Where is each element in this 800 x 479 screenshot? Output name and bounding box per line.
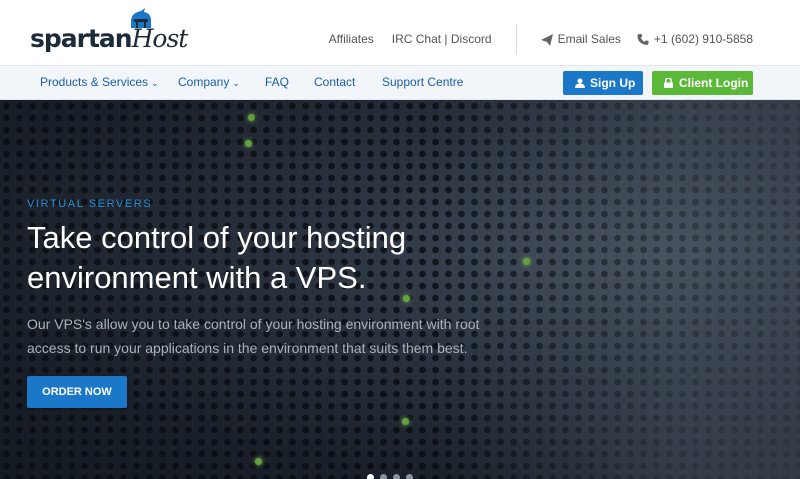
hero-headline-line-1: Take control of your hosting bbox=[27, 220, 407, 255]
carousel-dot[interactable] bbox=[367, 474, 374, 479]
carousel-pager bbox=[367, 474, 413, 479]
nav-support-centre[interactable]: Support Centre bbox=[382, 66, 463, 99]
logo-accent-text: Host bbox=[131, 24, 189, 53]
chevron-down-icon: ⌄ bbox=[232, 78, 240, 88]
hero-subtext: Our VPS's allow you to take control of y… bbox=[27, 316, 480, 356]
user-icon bbox=[575, 78, 585, 88]
phone-link[interactable]: +1 (602) 910-5858 bbox=[637, 32, 753, 46]
nav-company[interactable]: Company ⌄ bbox=[178, 66, 240, 99]
irc-discord-link[interactable]: IRC Chat | Discord bbox=[392, 32, 492, 46]
carousel-dot[interactable] bbox=[393, 474, 400, 479]
paper-plane-icon bbox=[540, 33, 553, 46]
top-links: Affiliates IRC Chat | Discord Email Sale… bbox=[329, 24, 753, 54]
client-login-button[interactable]: Client Login bbox=[652, 71, 753, 95]
server-led bbox=[248, 114, 255, 121]
nav-faq[interactable]: FAQ bbox=[265, 66, 289, 99]
affiliates-link[interactable]: Affiliates bbox=[329, 32, 374, 46]
carousel-dot[interactable] bbox=[406, 474, 413, 479]
server-led bbox=[245, 140, 252, 147]
hero-headline: Take control of your hosting environment… bbox=[27, 218, 497, 298]
sign-up-button[interactable]: Sign Up bbox=[563, 71, 643, 95]
email-sales-label: Email Sales bbox=[557, 32, 621, 46]
server-led bbox=[523, 258, 530, 265]
phone-number: +1 (602) 910-5858 bbox=[653, 32, 753, 46]
server-led bbox=[255, 458, 262, 465]
top-header: spartanHost Affiliates IRC Chat | Discor… bbox=[0, 0, 800, 65]
hero-banner: VIRTUAL SERVERS Take control of your hos… bbox=[0, 100, 800, 479]
phone-icon bbox=[637, 34, 649, 46]
client-login-label: Client Login bbox=[679, 76, 749, 90]
logo-main-text: spartan bbox=[30, 24, 133, 53]
nav-products-services[interactable]: Products & Services ⌄ bbox=[40, 66, 159, 99]
nav-contact[interactable]: Contact bbox=[314, 66, 355, 99]
hero-eyebrow: VIRTUAL SERVERS bbox=[27, 198, 153, 210]
order-now-button[interactable]: ORDER NOW bbox=[27, 376, 127, 408]
lock-icon bbox=[664, 77, 673, 88]
carousel-dot[interactable] bbox=[380, 474, 387, 479]
email-sales-link[interactable]: Email Sales bbox=[540, 32, 621, 46]
main-navbar: Products & Services ⌄ Company ⌄ FAQ Contac… bbox=[0, 65, 800, 100]
nav-products-label: Products & Services bbox=[40, 75, 149, 89]
sign-up-label: Sign Up bbox=[590, 76, 636, 90]
server-led bbox=[402, 418, 409, 425]
hero-headline-line-2: environment with a VPS. bbox=[27, 260, 367, 295]
chevron-down-icon: ⌄ bbox=[151, 78, 159, 88]
spartanhost-logo[interactable]: spartanHost bbox=[30, 8, 188, 60]
top-divider bbox=[515, 24, 517, 54]
nav-company-label: Company bbox=[178, 75, 230, 89]
